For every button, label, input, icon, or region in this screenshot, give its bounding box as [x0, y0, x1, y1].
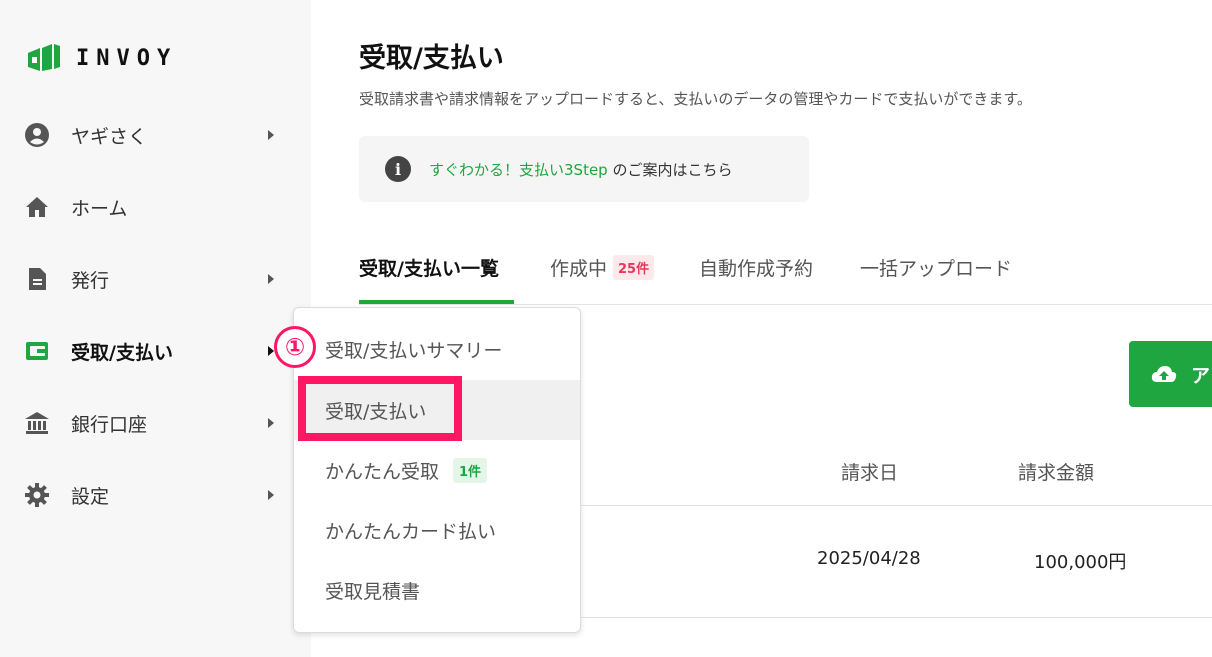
sidebar-item-label: 受取/支払い: [71, 341, 173, 364]
tab-drafts[interactable]: 作成中 25件: [550, 254, 655, 281]
sidebar-item-label: 銀行口座: [71, 413, 148, 436]
row-invoice-amount: 100,000円: [1034, 552, 1127, 573]
tab-label: 自動作成予約: [699, 258, 814, 280]
column-header-invoice-amount[interactable]: 請求金額: [1018, 458, 1094, 485]
highlight-box: [298, 376, 462, 441]
sidebar-item-account[interactable]: ヤギさく: [0, 109, 311, 161]
upload-button-label: ア: [1191, 364, 1211, 387]
submenu-dropdown: 受取/支払いサマリー 受取/支払い かんたん受取 1件 かんたんカード払い 受取…: [293, 307, 581, 633]
submenu-item-received-quotes[interactable]: 受取見積書: [294, 560, 580, 620]
tab-scheduled[interactable]: 自動作成予約: [699, 254, 813, 281]
tab-bar: 受取/支払い一覧 作成中 25件 自動作成予約 一括アップロード: [359, 240, 1212, 305]
info-text: すぐわかる！支払い3Step のご案内はこちら: [429, 159, 732, 180]
tab-bulk-upload[interactable]: 一括アップロード: [860, 254, 1012, 281]
invoy-logo-icon: [28, 44, 60, 71]
info-icon: i: [385, 156, 411, 182]
tab-receive-pay-list[interactable]: 受取/支払い一覧: [359, 254, 499, 281]
tab-label: 作成中: [550, 258, 608, 280]
tab-label: 受取/支払い一覧: [359, 258, 499, 280]
chevron-right-icon: [268, 130, 274, 140]
column-header-invoice-date[interactable]: 請求日: [841, 458, 898, 485]
info-suffix: のご案内はこちら: [607, 160, 733, 179]
sidebar-item-label: 設定: [71, 485, 110, 508]
sidebar-item-label: ヤギさく: [71, 125, 148, 148]
sidebar-item-receive-pay[interactable]: 受取/支払い: [0, 325, 311, 377]
sidebar-item-home[interactable]: ホーム: [0, 181, 311, 233]
submenu-item-label: 受取/支払いサマリー: [325, 339, 503, 362]
sidebar-item-settings[interactable]: 設定: [0, 469, 311, 521]
submenu-item-easy-card-pay[interactable]: かんたんカード払い: [294, 500, 580, 560]
info-link[interactable]: すぐわかる！支払い3Step: [429, 161, 608, 179]
sidebar-item-bank-account[interactable]: 銀行口座: [0, 397, 311, 449]
page-title: 受取/支払い: [359, 43, 504, 74]
invoy-logo[interactable]: INVOY: [26, 40, 177, 76]
document-icon: [24, 266, 50, 292]
bank-icon: [24, 410, 50, 436]
submenu-item-label: かんたん受取: [325, 460, 440, 483]
row-invoice-date: 2025/04/28: [817, 548, 921, 569]
upload-button[interactable]: ア: [1129, 341, 1212, 407]
user-circle-icon: [24, 122, 50, 148]
submenu-item-easy-receive[interactable]: かんたん受取 1件: [294, 440, 580, 500]
sidebar-item-label: 発行: [71, 269, 110, 292]
sidebar-item-issue[interactable]: 発行: [0, 253, 311, 305]
chevron-right-icon: [268, 418, 274, 428]
info-banner: i すぐわかる！支払い3Step のご案内はこちら: [359, 136, 809, 202]
page-description: 受取請求書や請求情報をアップロードすると、支払いのデータの管理やカードで支払いが…: [359, 90, 1032, 108]
step-marker: ①: [274, 326, 316, 368]
sidebar: INVOY ヤギさく ホーム 発行 受取/支払い 銀行口座 設定: [0, 0, 311, 657]
gear-icon: [24, 482, 50, 508]
sidebar-item-label: ホーム: [71, 197, 128, 220]
home-icon: [24, 194, 50, 220]
chevron-right-icon: [268, 274, 274, 284]
brand-name: INVOY: [76, 45, 178, 71]
chevron-right-icon: [268, 490, 274, 500]
easy-receive-count-badge: 1件: [453, 457, 488, 483]
active-tab-indicator: [359, 300, 514, 304]
submenu-item-label: かんたんカード払い: [325, 520, 497, 543]
draft-count-badge: 25件: [613, 255, 655, 280]
tab-label: 一括アップロード: [860, 258, 1013, 280]
submenu-item-label: 受取見積書: [325, 580, 421, 603]
wallet-icon: [24, 338, 50, 364]
cloud-upload-icon: [1151, 366, 1177, 382]
submenu-item-summary[interactable]: 受取/支払いサマリー: [294, 319, 580, 379]
